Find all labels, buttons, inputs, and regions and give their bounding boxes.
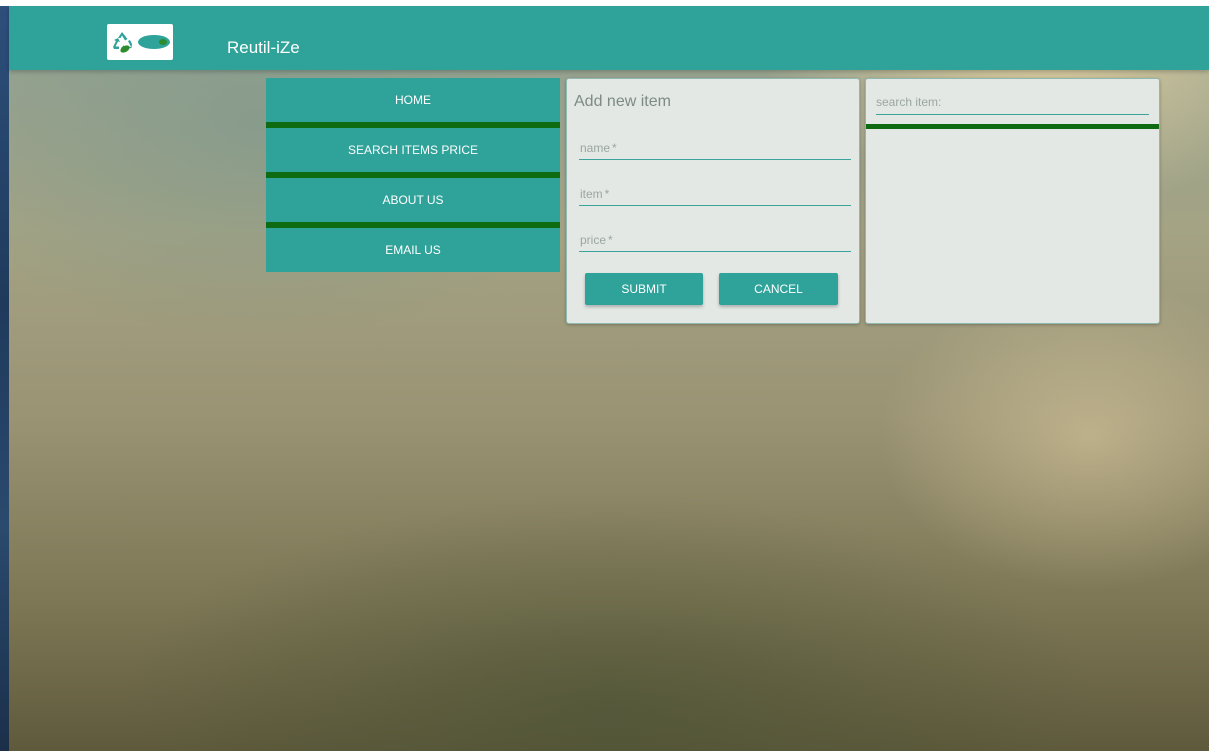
nav-item-search-items-price[interactable]: SEARCH ITEMS PRICE xyxy=(266,128,560,172)
price-field[interactable]: price * xyxy=(579,229,851,252)
desktop-edge xyxy=(0,6,9,751)
search-input[interactable] xyxy=(876,93,1146,111)
item-field-label: item * xyxy=(580,187,610,201)
add-item-card: Add new item name * item * price * SUBMIT C… xyxy=(566,78,860,324)
search-divider xyxy=(866,124,1159,129)
item-field[interactable]: item * xyxy=(579,183,851,206)
nav-item-home[interactable]: HOME xyxy=(266,78,560,122)
nav-item-email-us[interactable]: EMAIL US xyxy=(266,228,560,272)
top-app-bar: Reutil-iZe xyxy=(9,6,1209,70)
submit-button[interactable]: SUBMIT xyxy=(585,273,703,305)
recycle-icon xyxy=(113,32,132,53)
app-logo[interactable] xyxy=(107,24,173,60)
name-field-label: name * xyxy=(580,141,617,155)
logo-badge-icon xyxy=(138,35,170,49)
add-item-title: Add new item xyxy=(574,93,671,110)
cancel-button[interactable]: CANCEL xyxy=(719,273,838,305)
search-field xyxy=(876,91,1149,115)
main-navigation: HOME SEARCH ITEMS PRICE ABOUT US EMAIL U… xyxy=(266,78,560,272)
name-field[interactable]: name * xyxy=(579,137,851,160)
search-card xyxy=(865,78,1160,324)
price-field-label: price * xyxy=(580,233,613,247)
nav-item-about-us[interactable]: ABOUT US xyxy=(266,178,560,222)
app-brand-name[interactable]: Reutil-iZe xyxy=(227,38,300,58)
